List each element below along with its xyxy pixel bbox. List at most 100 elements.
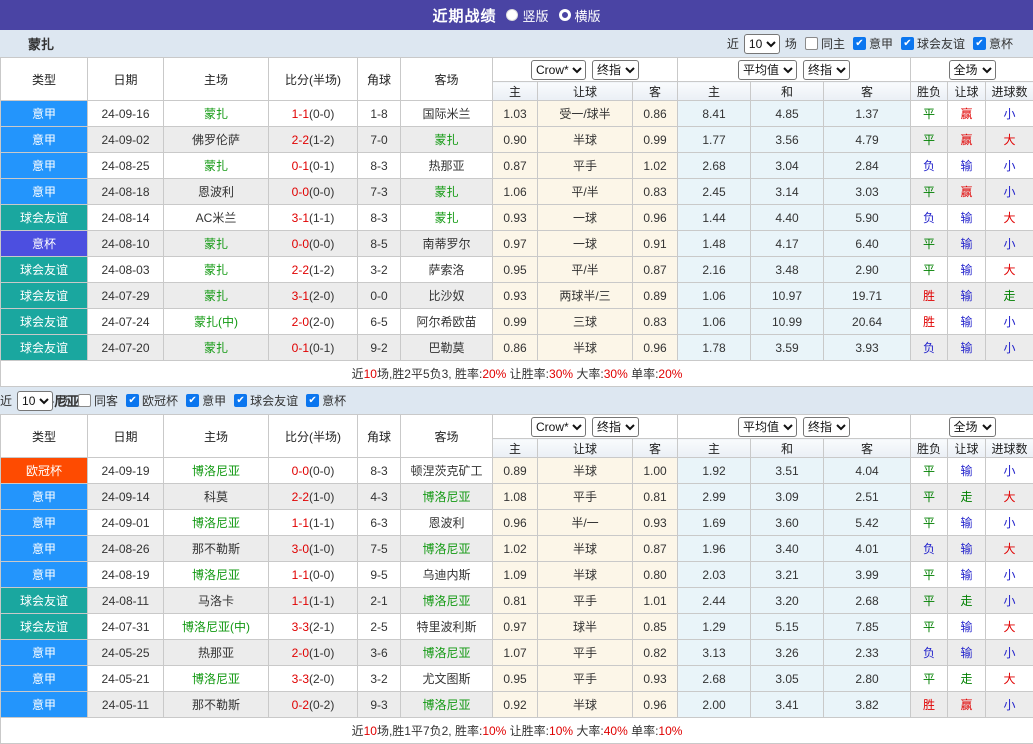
avg-away: 4.01	[824, 536, 911, 562]
league-checkbox-friendly[interactable]: ✔	[234, 394, 247, 407]
away-team: 博洛尼亚	[401, 484, 493, 510]
result-goals: 小	[986, 692, 1033, 718]
odds-away: 0.96	[633, 692, 678, 718]
fulltime-select[interactable]: 全场	[949, 60, 996, 80]
same-venue-checkbox[interactable]	[78, 394, 91, 407]
layout-horizontal-option[interactable]: 横版	[559, 6, 601, 25]
fulltime-group-header: 全场	[911, 58, 1033, 82]
result-goals: 大	[986, 257, 1033, 283]
away-team: 博洛尼亚	[401, 692, 493, 718]
result-goals: 大	[986, 536, 1033, 562]
match-date: 24-08-19	[88, 562, 164, 588]
average-group-header: 平均值终指	[678, 415, 911, 439]
col-header-type: 类型	[1, 58, 88, 101]
result-handicap: 输	[948, 335, 986, 361]
league-checkbox-coppa[interactable]: ✔	[306, 394, 319, 407]
fulltime-select[interactable]: 全场	[949, 417, 996, 437]
score: 2-2(1-2)	[269, 127, 358, 153]
match-date: 24-07-29	[88, 283, 164, 309]
radio-horizontal-icon[interactable]	[559, 9, 571, 21]
corner-score: 9-5	[358, 562, 401, 588]
avg-away: 3.03	[824, 179, 911, 205]
odds-away: 1.00	[633, 458, 678, 484]
avg-away: 3.82	[824, 692, 911, 718]
filter-controls: 近 10 场 同主 ✔ 意甲 ✔ 球会友谊 ✔ 意杯	[727, 34, 1013, 54]
result-goals: 小	[986, 510, 1033, 536]
league-checkbox-serie-a[interactable]: ✔	[186, 394, 199, 407]
odds-away: 0.81	[633, 484, 678, 510]
away-team: 乌迪内斯	[401, 562, 493, 588]
score: 2-0(1-0)	[269, 640, 358, 666]
avg-draw: 3.48	[751, 257, 824, 283]
corner-score: 3-6	[358, 640, 401, 666]
home-team: 蒙扎	[164, 153, 269, 179]
result-wdl: 负	[911, 153, 948, 179]
league-badge: 球会友谊	[1, 205, 88, 231]
result-goals: 小	[986, 179, 1033, 205]
section-monza: 蒙扎 近 10 场 同主 ✔ 意甲 ✔ 球会友谊 ✔ 意杯 类型 日期 主场	[0, 30, 1033, 387]
final-odds-select-1[interactable]: 终指	[592, 60, 639, 80]
same-venue-checkbox[interactable]	[805, 37, 818, 50]
final-odds-select-2[interactable]: 终指	[803, 60, 850, 80]
final-odds-select-1[interactable]: 终指	[592, 417, 639, 437]
away-team: 博洛尼亚	[401, 640, 493, 666]
avg-away: 4.04	[824, 458, 911, 484]
score: 0-2(0-2)	[269, 692, 358, 718]
recent-count-select[interactable]: 10	[744, 34, 780, 54]
handicap: 三球	[538, 309, 633, 335]
avg-away: 20.64	[824, 309, 911, 335]
match-row: 意杯24-08-10蒙扎0-0(0-0)8-5南蒂罗尔0.97一球0.911.4…	[1, 231, 1033, 257]
score: 1-1(0-0)	[269, 562, 358, 588]
league-checkbox-ucl[interactable]: ✔	[126, 394, 139, 407]
handicap: 球半	[538, 614, 633, 640]
result-wdl: 平	[911, 562, 948, 588]
odds-home: 0.93	[493, 283, 538, 309]
league-checkbox-coppa[interactable]: ✔	[973, 37, 986, 50]
section-head: 蒙扎 近 10 场 同主 ✔ 意甲 ✔ 球会友谊 ✔ 意杯	[0, 30, 1033, 57]
avg-draw: 3.20	[751, 588, 824, 614]
radio-vertical-icon[interactable]	[506, 9, 518, 21]
corner-score: 3-2	[358, 257, 401, 283]
league-badge: 意甲	[1, 692, 88, 718]
league-checkbox-friendly[interactable]: ✔	[901, 37, 914, 50]
avg-home: 1.06	[678, 283, 751, 309]
match-row: 意甲24-08-26那不勒斯3-0(1-0)7-5博洛尼亚1.02半球0.871…	[1, 536, 1033, 562]
avg-draw: 4.17	[751, 231, 824, 257]
away-team: 顿涅茨克矿工	[401, 458, 493, 484]
home-team: 博洛尼亚	[164, 510, 269, 536]
odds-away: 0.99	[633, 127, 678, 153]
result-handicap: 输	[948, 231, 986, 257]
match-row: 意甲24-08-25蒙扎0-1(0-1)8-3热那亚0.87平手1.022.68…	[1, 153, 1033, 179]
near-label: 近	[0, 392, 12, 409]
away-team: 巴勒莫	[401, 335, 493, 361]
corner-score: 7-0	[358, 127, 401, 153]
away-team: 萨索洛	[401, 257, 493, 283]
layout-vertical-option[interactable]: 竖版	[506, 6, 548, 25]
avg-draw: 3.21	[751, 562, 824, 588]
average-select[interactable]: 平均值	[738, 60, 797, 80]
handicap: 半球	[538, 562, 633, 588]
score: 0-1(0-1)	[269, 335, 358, 361]
handicap: 一球	[538, 231, 633, 257]
home-team: 那不勒斯	[164, 692, 269, 718]
final-odds-select-2[interactable]: 终指	[803, 417, 850, 437]
avg-home: 8.41	[678, 101, 751, 127]
average-select[interactable]: 平均值	[738, 417, 797, 437]
recent-count-select[interactable]: 10	[17, 391, 53, 411]
away-team: 国际米兰	[401, 101, 493, 127]
result-handicap: 输	[948, 614, 986, 640]
result-handicap: 赢	[948, 692, 986, 718]
sub-header-avg-draw: 和	[751, 82, 824, 101]
league-checkbox-serie-a[interactable]: ✔	[853, 37, 866, 50]
match-date: 24-08-26	[88, 536, 164, 562]
avg-away: 3.99	[824, 562, 911, 588]
section-summary: 近10场,胜1平7负2, 胜率:10% 让胜率:10% 大率:40% 单率:10…	[1, 718, 1033, 744]
avg-draw: 3.26	[751, 640, 824, 666]
bookmaker-select[interactable]: Crow*	[531, 417, 586, 437]
bookmaker-select[interactable]: Crow*	[531, 60, 586, 80]
handicap: 半球	[538, 127, 633, 153]
avg-draw: 3.14	[751, 179, 824, 205]
match-date: 24-09-19	[88, 458, 164, 484]
result-goals: 大	[986, 614, 1033, 640]
match-row: 球会友谊24-08-14AC米兰3-1(1-1)8-3蒙扎0.93一球0.961…	[1, 205, 1033, 231]
